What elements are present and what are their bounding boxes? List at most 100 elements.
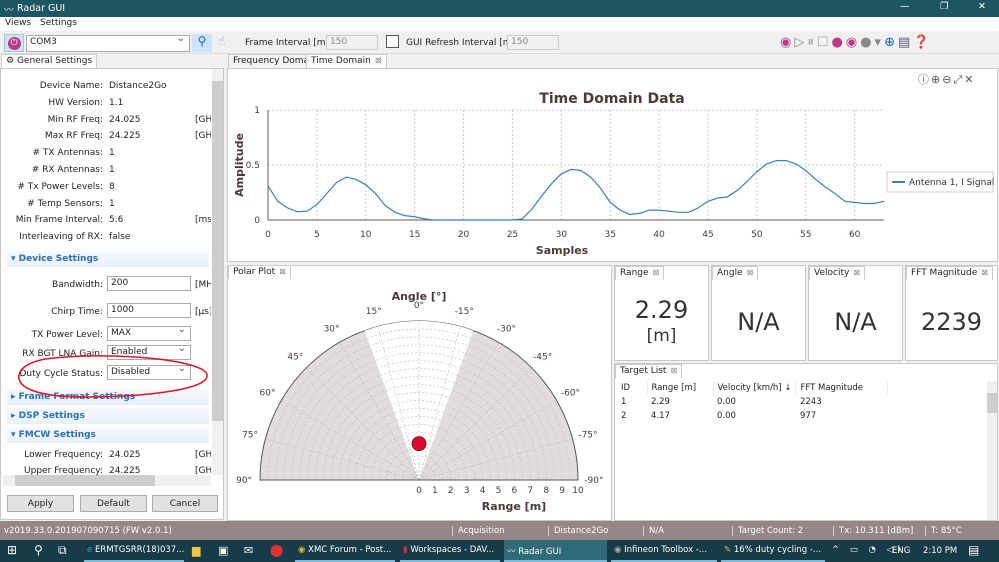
port-select[interactable]: COM3	[26, 35, 190, 52]
stop-icon[interactable]: ☐	[817, 35, 832, 50]
store-icon[interactable]: ▣	[218, 544, 228, 557]
pause-icon[interactable]: ⏸	[807, 35, 817, 50]
task-view-icon[interactable]: ⧉	[58, 543, 67, 558]
edge-icon: e	[87, 545, 95, 555]
menu-settings[interactable]: Settings	[35, 17, 81, 28]
data-point	[296, 211, 298, 213]
export-icon[interactable]: ●	[832, 35, 846, 50]
data-point	[394, 211, 396, 213]
section-fmcw[interactable]: ▾ FMCW Settings	[7, 427, 209, 443]
tab-range[interactable]: Range ⊠	[615, 266, 665, 280]
range-tick-label: 4	[480, 486, 486, 496]
data-point	[492, 219, 494, 221]
status-bar: v2019.33.0.201907090715 (FW v2.0.1) Acqu…	[0, 521, 999, 540]
taskbar-app-infineon-toolbox[interactable]: ◉ Infineon Toolbox -...	[611, 540, 717, 562]
taskbar-app-radar-gui[interactable]: 〰 Radar GUI	[504, 540, 607, 562]
play-icon[interactable]: ▷	[794, 35, 807, 50]
maximize-button[interactable]: ❐	[940, 1, 949, 12]
hand-icon[interactable]: ☝	[218, 34, 225, 48]
data-point	[697, 207, 699, 209]
tab-polar-plot[interactable]: Polar Plot ⊠	[228, 265, 291, 279]
data-point	[580, 170, 582, 171]
x-tick-label: 40	[653, 230, 665, 240]
taskbar-app-edge[interactable]: e ERMTGSRR(18)037...	[84, 540, 184, 562]
range-tick-label: 10	[572, 486, 584, 496]
horizontal-scrollbar[interactable]	[3, 475, 211, 486]
tab-target-list[interactable]: Target List ⊠	[615, 364, 683, 378]
vertical-scrollbar[interactable]	[212, 69, 223, 475]
document-icon[interactable]: ●▾	[860, 35, 884, 50]
help-icon[interactable]: ❓	[913, 35, 932, 50]
gui-refresh-checkbox[interactable]	[386, 35, 399, 48]
tab-general-settings[interactable]: ⚙ General Settings	[1, 54, 98, 68]
polar-title: Angle [°]	[392, 290, 447, 303]
data-point	[658, 209, 660, 211]
record-icon[interactable]: ◉	[780, 35, 794, 50]
range-tick-label: 9	[559, 486, 565, 496]
red-app-icon[interactable]: ⬤	[270, 543, 283, 557]
x-tick-label: 30	[556, 230, 568, 240]
cancel-button[interactable]: Cancel	[152, 495, 218, 512]
data-point	[678, 211, 680, 213]
col-range[interactable]: Range [m]	[647, 381, 714, 395]
notifications-icon[interactable]: ▤	[968, 543, 979, 557]
data-point	[864, 203, 865, 204]
close-button[interactable]: ✕	[978, 1, 986, 12]
table-row[interactable]: 1 2.29 0.00 2243	[617, 395, 888, 409]
range-tick-label: 1	[432, 486, 438, 496]
gui-refresh-input[interactable]: 150	[507, 35, 559, 50]
power-button[interactable]: ⏻	[4, 34, 24, 52]
globe-icon[interactable]: ⊕	[884, 35, 898, 50]
frame-interval-label: Frame Interval [ms]:	[245, 38, 337, 48]
chirp-time-input[interactable]: 1000	[107, 303, 191, 318]
info-label: # Tx Power Levels:	[17, 181, 103, 192]
layout-icon[interactable]: ▤	[898, 35, 913, 50]
mail-icon[interactable]: ✉	[244, 544, 253, 557]
taskbar-app-workspaces[interactable]: ▮ Workspaces - DAV...	[400, 540, 500, 562]
title-bar: 〰 Radar GUI — ❐ ✕	[0, 0, 999, 17]
data-point	[873, 203, 875, 204]
target-list-scrollbar[interactable]	[987, 381, 997, 520]
x-tick-label: 50	[751, 230, 763, 240]
tab-time-domain[interactable]: Time Domain ⊠	[306, 54, 387, 68]
col-velocity[interactable]: Velocity [km/h] ↓	[713, 381, 797, 395]
tab-fft-magnitude[interactable]: FFT Magnitude ⊠	[906, 266, 993, 280]
data-point	[541, 195, 543, 197]
polar-chart: 90°75°60°45°30°15°0°-15°-30°-45°-60°-75°…	[236, 290, 603, 513]
x-tick-label: 0	[265, 230, 271, 240]
upper-frequency-value: 24.225	[109, 466, 141, 475]
camera-icon[interactable]: ◉	[846, 35, 860, 50]
data-point	[834, 193, 836, 194]
default-button[interactable]: Default	[80, 495, 147, 512]
tab-velocity[interactable]: Velocity ⊠	[809, 266, 866, 280]
windows-start-icon[interactable]: ⊞	[7, 543, 17, 557]
frame-interval-input[interactable]: 150	[326, 35, 378, 50]
section-device-settings[interactable]: ▾ Device Settings	[7, 251, 209, 267]
apply-button[interactable]: Apply	[7, 495, 74, 512]
language-indicator[interactable]: ENG	[892, 546, 910, 556]
col-id[interactable]: ID	[617, 381, 648, 395]
minimize-button[interactable]: —	[900, 1, 910, 12]
lower-frequency-value: 24.025	[109, 450, 141, 460]
taskbar-app-duty-cycling[interactable]: ✎ 16% duty cycling -...	[721, 540, 825, 562]
file-explorer-icon[interactable]: ▆	[192, 544, 200, 557]
info-value: 8	[109, 181, 115, 192]
taskbar-app-chrome[interactable]: ◉ XMC Forum - Post...	[295, 540, 395, 562]
data-point	[443, 219, 445, 221]
search-icon[interactable]: ⚲	[34, 543, 43, 557]
status-mode: Acquisition	[452, 526, 505, 536]
polar-x-label: Range [m]	[482, 500, 546, 513]
tx-power-select[interactable]: MAX	[107, 326, 191, 341]
tab-angle[interactable]: Angle ⊠	[712, 266, 759, 280]
menu-views[interactable]: Views	[0, 17, 35, 28]
col-fft-magnitude[interactable]: FFT Magnitude	[795, 381, 889, 395]
table-row[interactable]: 2 4.17 0.00 977	[617, 409, 888, 423]
section-dsp[interactable]: ▸ DSP Settings	[7, 408, 209, 424]
bandwidth-input[interactable]: 200	[107, 276, 191, 291]
chirp-time-unit: [µs]	[195, 307, 211, 317]
data-point	[277, 200, 279, 202]
usb-icon[interactable]: ⚲	[192, 34, 212, 52]
clock[interactable]: 2:10 PM	[923, 546, 957, 556]
data-point	[707, 200, 709, 202]
data-point	[785, 160, 787, 161]
